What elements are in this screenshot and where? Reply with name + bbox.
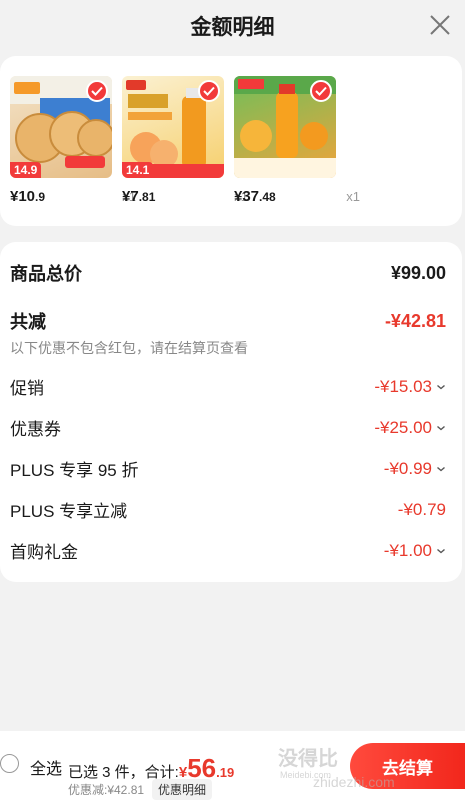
product-image: 14.1	[122, 76, 224, 178]
product-image	[234, 76, 336, 178]
discount-amount-text: 优惠减:¥42.81	[68, 783, 145, 797]
discount-detail-button[interactable]: 优惠明细	[152, 779, 213, 800]
discount-row-plus-reduce: PLUS 专享立减 -¥0.79	[10, 497, 446, 522]
product-price: ¥37.48	[234, 188, 276, 205]
total-price-value: ¥99.00	[390, 262, 446, 283]
checkout-bar: 全选 已选 3 件，合计: ¥ 56 .19 优惠减:¥42.81 优惠明细 去…	[0, 731, 465, 801]
discount-summary: 优惠减:¥42.81 优惠明细	[68, 779, 213, 800]
product-quantity: x1	[346, 189, 360, 204]
close-icon	[430, 15, 450, 35]
discount-value: -¥25.00	[374, 417, 432, 437]
discount-row-coupon[interactable]: 优惠券 -¥25.00	[10, 415, 446, 440]
product-item-1[interactable]: 14.9 ¥10.9 x1	[10, 76, 136, 205]
discount-value: -¥15.03	[374, 376, 432, 396]
product-image: 14.9	[10, 76, 112, 178]
selected-check-icon[interactable]	[310, 80, 332, 102]
discount-label: PLUS 专享 95 折	[10, 461, 139, 480]
discount-row-first-gift[interactable]: 首购礼金 -¥1.00	[10, 538, 446, 563]
discount-row-promotion[interactable]: 促销 -¥15.03	[10, 374, 446, 399]
product-price: ¥7.81	[122, 188, 156, 205]
product-item-3[interactable]: ¥37.48 x1	[234, 76, 360, 205]
discount-row-plus-95[interactable]: PLUS 专享 95 折 -¥0.99	[10, 456, 446, 481]
discount-label: 优惠券	[10, 420, 61, 439]
select-all-label[interactable]: 全选	[30, 755, 62, 779]
total-reduction-label: 共减	[10, 312, 46, 332]
amount-summary-card: 商品总价 ¥99.00 共减 -¥42.81 以下优惠不包含红包，请在结算页查看…	[0, 242, 462, 582]
chevron-down-icon[interactable]	[436, 423, 446, 433]
product-item-2[interactable]: 14.1 ¥7.81 x1	[122, 76, 248, 205]
discount-value: -¥0.79	[397, 499, 446, 519]
select-all-radio[interactable]	[0, 754, 19, 773]
chevron-down-icon[interactable]	[436, 464, 446, 474]
price-tag: 14.9	[10, 162, 42, 178]
discount-label: PLUS 专享立减	[10, 502, 128, 521]
header: 金额明细	[0, 0, 465, 52]
products-card: 14.9 ¥10.9 x1 14.1 ¥7.81 x1 ¥37.48 x1	[0, 56, 462, 226]
total-reduction-value: -¥42.81	[384, 310, 446, 331]
product-price: ¥10.9	[10, 188, 46, 205]
price-tag: 14.1	[122, 162, 154, 178]
chevron-down-icon[interactable]	[436, 382, 446, 392]
selected-check-icon[interactable]	[198, 80, 220, 102]
discount-label: 促销	[10, 379, 44, 398]
total-amount-decimal: .19	[216, 765, 235, 780]
discount-note: 以下优惠不包含红包，请在结算页查看	[10, 340, 248, 356]
discount-value: -¥1.00	[383, 540, 432, 560]
total-price-row: 商品总价 ¥99.00	[10, 260, 446, 286]
close-button[interactable]	[427, 12, 453, 38]
chevron-down-icon[interactable]	[436, 546, 446, 556]
total-reduction-row: 共减 -¥42.81	[10, 308, 446, 334]
discount-value: -¥0.99	[383, 458, 432, 478]
checkout-button[interactable]: 去结算	[350, 743, 465, 789]
total-price-label: 商品总价	[10, 264, 82, 284]
page-title: 金额明细	[190, 16, 275, 39]
discount-label: 首购礼金	[10, 543, 78, 562]
selected-check-icon[interactable]	[86, 80, 108, 102]
